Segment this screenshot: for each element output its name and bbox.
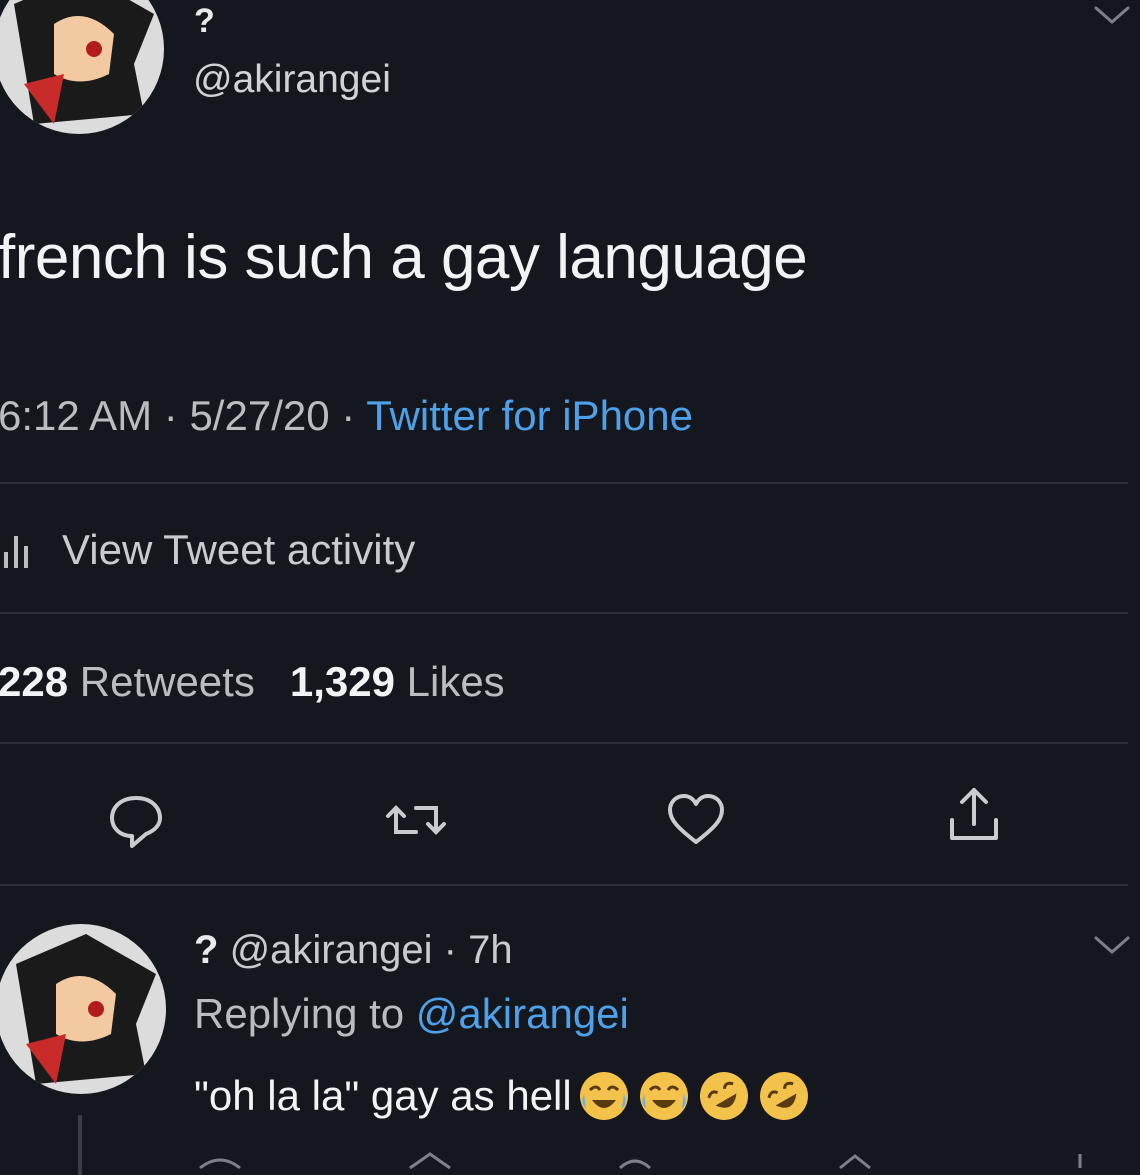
replying-to: Replying to @akirangei bbox=[194, 990, 629, 1038]
reply-text-content: "oh la la" gay as hell bbox=[194, 1072, 572, 1119]
replying-label: Replying to bbox=[194, 990, 405, 1037]
divider bbox=[0, 742, 1128, 744]
separator: · bbox=[443, 928, 457, 972]
tweet-stats: 228 Retweets 1,329 Likes bbox=[0, 658, 505, 706]
tweet-time: 6:12 AM bbox=[0, 392, 153, 439]
reply-handle[interactable]: @akirangei bbox=[230, 928, 433, 972]
chevron-down-icon[interactable] bbox=[1092, 934, 1132, 956]
retweets-count[interactable]: 228 bbox=[0, 658, 68, 705]
tweet-text: french is such a gay language bbox=[0, 223, 808, 292]
divider bbox=[0, 884, 1128, 886]
avatar[interactable] bbox=[0, 0, 164, 134]
display-name[interactable]: ? bbox=[194, 2, 215, 41]
heart-icon[interactable] bbox=[662, 786, 730, 854]
divider bbox=[0, 482, 1128, 484]
likes-count[interactable]: 1,329 bbox=[290, 658, 395, 705]
chevron-down-icon[interactable] bbox=[1092, 4, 1132, 26]
tweet-source-link[interactable]: Twitter for iPhone bbox=[366, 392, 693, 439]
bar-chart-icon bbox=[4, 536, 28, 568]
thread-line bbox=[78, 1115, 82, 1175]
reply-age: 7h bbox=[468, 928, 513, 972]
tweet-date: 5/27/20 bbox=[189, 392, 330, 439]
rofl-emoji-icon bbox=[759, 1072, 808, 1120]
rofl-emoji-icon bbox=[699, 1072, 748, 1120]
user-handle[interactable]: @akirangei bbox=[193, 58, 391, 102]
reply-display-name[interactable]: ? bbox=[194, 928, 218, 972]
replying-to-mention[interactable]: @akirangei bbox=[416, 990, 629, 1037]
view-tweet-activity-link[interactable]: View Tweet activity bbox=[0, 526, 415, 574]
separator: · bbox=[341, 392, 356, 439]
crying-laughing-emoji-icon bbox=[579, 1072, 628, 1120]
tweet-meta: 6:12 AM · 5/27/20 · Twitter for iPhone bbox=[0, 392, 693, 440]
reply-icon[interactable] bbox=[102, 786, 170, 854]
retweet-icon[interactable] bbox=[382, 786, 450, 854]
separator: · bbox=[163, 392, 178, 439]
activity-label: View Tweet activity bbox=[62, 526, 416, 573]
retweets-label[interactable]: Retweets bbox=[80, 658, 255, 705]
reply-text: "oh la la" gay as hell bbox=[194, 1068, 812, 1124]
likes-label[interactable]: Likes bbox=[407, 658, 505, 705]
crying-laughing-emoji-icon bbox=[639, 1072, 688, 1120]
avatar[interactable] bbox=[0, 924, 166, 1094]
reply-action-icons bbox=[199, 1152, 1082, 1170]
share-icon[interactable] bbox=[940, 780, 1008, 848]
divider bbox=[0, 612, 1128, 614]
reply-header: ? @akirangei · 7h bbox=[194, 928, 513, 973]
